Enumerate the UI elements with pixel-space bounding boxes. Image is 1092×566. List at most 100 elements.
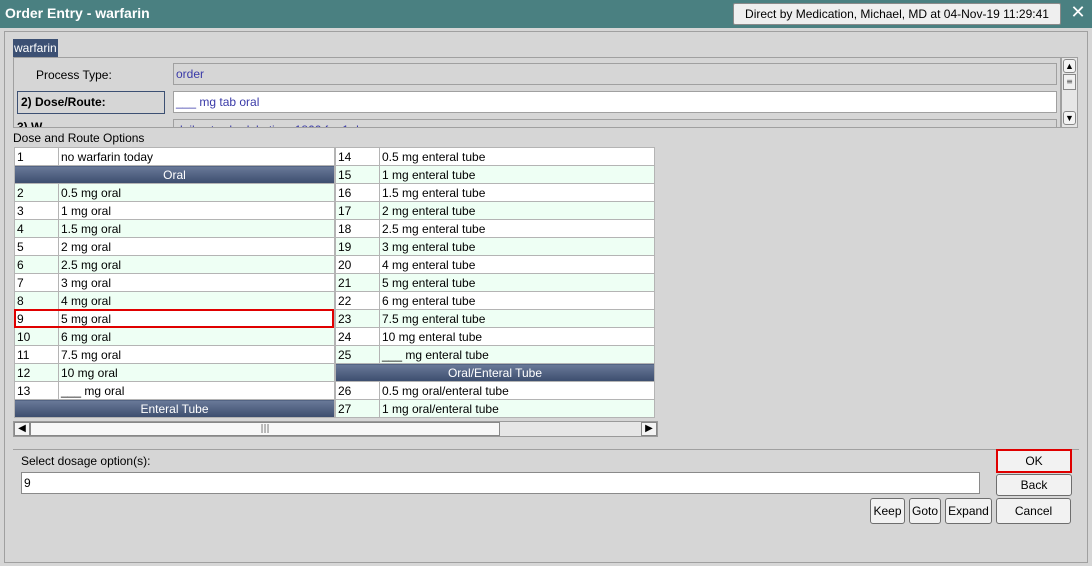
option-number: 5 <box>14 237 59 256</box>
option-number: 4 <box>14 219 59 238</box>
option-number: 23 <box>335 309 380 328</box>
scroll-left-icon[interactable]: ◀ <box>14 422 30 436</box>
option-text: 5 mg enteral tube <box>379 273 655 292</box>
option-text: 2 mg oral <box>58 237 335 256</box>
option-text: 7.5 mg enteral tube <box>379 309 655 328</box>
option-row[interactable]: 95 mg oral <box>14 309 335 328</box>
group-header: Enteral Tube <box>14 399 335 418</box>
option-text: 1 mg enteral tube <box>379 165 655 184</box>
order-info-button[interactable]: Direct by Medication, Michael, MD at 04-… <box>733 3 1061 25</box>
goto-button[interactable]: Goto <box>909 498 941 524</box>
option-row[interactable]: 17 2 mg enteral tube <box>335 201 655 220</box>
select-dosage-input[interactable]: 9 <box>21 472 980 494</box>
option-row[interactable]: 25 ___ mg enteral tube <box>335 345 655 364</box>
scroll-thumb[interactable]: ≡ <box>1063 74 1076 90</box>
scroll-up-icon[interactable]: ▲ <box>1063 59 1076 73</box>
option-row[interactable]: 10 6 mg oral <box>14 327 335 346</box>
option-number: 12 <box>14 363 59 382</box>
option-text: 6 mg oral <box>58 327 335 346</box>
option-text: 1 mg oral/enteral tube <box>379 399 655 418</box>
option-row[interactable]: 20 4 mg enteral tube <box>335 255 655 274</box>
option-number: 15 <box>335 165 380 184</box>
dose-route-label[interactable]: 2) Dose/Route: <box>17 91 165 114</box>
window-title: Order Entry - warfarin <box>5 5 150 21</box>
keep-button[interactable]: Keep <box>870 498 905 524</box>
option-row[interactable]: 13 ___ mg oral <box>14 381 335 400</box>
horizontal-scroll-thumb[interactable]: ||| <box>30 422 500 436</box>
option-row[interactable]: 19 3 mg enteral tube <box>335 237 655 256</box>
option-row[interactable]: 84 mg oral <box>14 291 335 310</box>
option-number: 2 <box>14 183 59 202</box>
details-scrollbar[interactable]: ▲ ≡ ▼ <box>1061 57 1078 128</box>
option-text: 1 mg oral <box>58 201 335 220</box>
option-number: 10 <box>14 327 59 346</box>
option-row[interactable]: 4 1.5 mg oral <box>14 219 335 238</box>
option-text: ___ mg oral <box>58 381 335 400</box>
expand-button[interactable]: Expand <box>945 498 992 524</box>
process-type-field: order <box>173 63 1057 85</box>
option-text: 4 mg oral <box>58 291 335 310</box>
option-row[interactable]: 14 0.5 mg enteral tube <box>335 147 655 166</box>
option-row[interactable]: 24 10 mg enteral tube <box>335 327 655 346</box>
option-row[interactable]: 22 6 mg enteral tube <box>335 291 655 310</box>
option-number: 16 <box>335 183 380 202</box>
option-row[interactable]: 27 1 mg oral/enteral tube <box>335 399 655 418</box>
option-number: 7 <box>14 273 59 292</box>
option-row[interactable]: 16 1.5 mg enteral tube <box>335 183 655 202</box>
option-row[interactable]: 52 mg oral <box>14 237 335 256</box>
option-text: 1.5 mg enteral tube <box>379 183 655 202</box>
option-row[interactable]: 31 mg oral <box>14 201 335 220</box>
option-number: 26 <box>335 381 380 400</box>
select-dosage-label: Select dosage option(s): <box>21 454 151 468</box>
option-row[interactable]: 18 2.5 mg enteral tube <box>335 219 655 238</box>
scroll-right-icon[interactable]: ▶ <box>641 422 657 436</box>
process-type-label: Process Type: <box>36 68 112 82</box>
option-text: 10 mg enteral tube <box>379 327 655 346</box>
divider <box>13 449 1079 450</box>
option-text: 2.5 mg oral <box>58 255 335 274</box>
close-icon[interactable]: ✕ <box>1068 3 1088 23</box>
option-row[interactable]: 1 no warfarin today <box>14 147 335 166</box>
option-row[interactable]: 2 0.5 mg oral <box>14 183 335 202</box>
dose-route-field[interactable]: ___ mg tab oral <box>173 91 1057 113</box>
option-number: 19 <box>335 237 380 256</box>
option-row[interactable]: 11 7.5 mg oral <box>14 345 335 364</box>
option-row[interactable]: 15 1 mg enteral tube <box>335 165 655 184</box>
option-text: 6 mg enteral tube <box>379 291 655 310</box>
title-bar: Order Entry - warfarin Direct by Medicat… <box>0 0 1092 28</box>
option-row[interactable]: 26 0.5 mg oral/enteral tube <box>335 381 655 400</box>
cancel-button[interactable]: Cancel <box>996 498 1071 524</box>
group-header-row: Oral <box>14 165 335 184</box>
order-details-panel: Process Type: order 2) Dose/Route: ___ m… <box>13 57 1061 128</box>
option-text: 3 mg oral <box>58 273 335 292</box>
option-number: 13 <box>14 381 59 400</box>
option-number: 11 <box>14 345 59 364</box>
option-row[interactable]: 73 mg oral <box>14 273 335 292</box>
back-button[interactable]: Back <box>996 474 1072 496</box>
option-text: 2 mg enteral tube <box>379 201 655 220</box>
row3-field: daily at schedule time 1800 for 1 dose <box>173 119 1057 127</box>
option-text: 5 mg oral <box>58 309 335 328</box>
row3-label: 3) W <box>17 120 43 128</box>
option-row[interactable]: 21 5 mg enteral tube <box>335 273 655 292</box>
option-text: 1.5 mg oral <box>58 219 335 238</box>
option-text: 0.5 mg enteral tube <box>379 147 655 166</box>
option-number: 24 <box>335 327 380 346</box>
option-number: 9 <box>14 309 59 328</box>
option-text: ___ mg enteral tube <box>379 345 655 364</box>
scroll-down-icon[interactable]: ▼ <box>1063 111 1076 125</box>
option-number: 18 <box>335 219 380 238</box>
option-number: 22 <box>335 291 380 310</box>
option-text: 4 mg enteral tube <box>379 255 655 274</box>
option-number: 6 <box>14 255 59 274</box>
option-text: 0.5 mg oral <box>58 183 335 202</box>
options-horizontal-scrollbar[interactable]: ◀ ||| ▶ <box>13 421 658 437</box>
option-row[interactable]: 6 2.5 mg oral <box>14 255 335 274</box>
option-row[interactable]: 23 7.5 mg enteral tube <box>335 309 655 328</box>
ok-button[interactable]: OK <box>996 449 1072 473</box>
option-number: 25 <box>335 345 380 364</box>
option-text: 7.5 mg oral <box>58 345 335 364</box>
option-number: 17 <box>335 201 380 220</box>
option-row[interactable]: 12 10 mg oral <box>14 363 335 382</box>
group-header: Oral/Enteral Tube <box>335 363 655 382</box>
